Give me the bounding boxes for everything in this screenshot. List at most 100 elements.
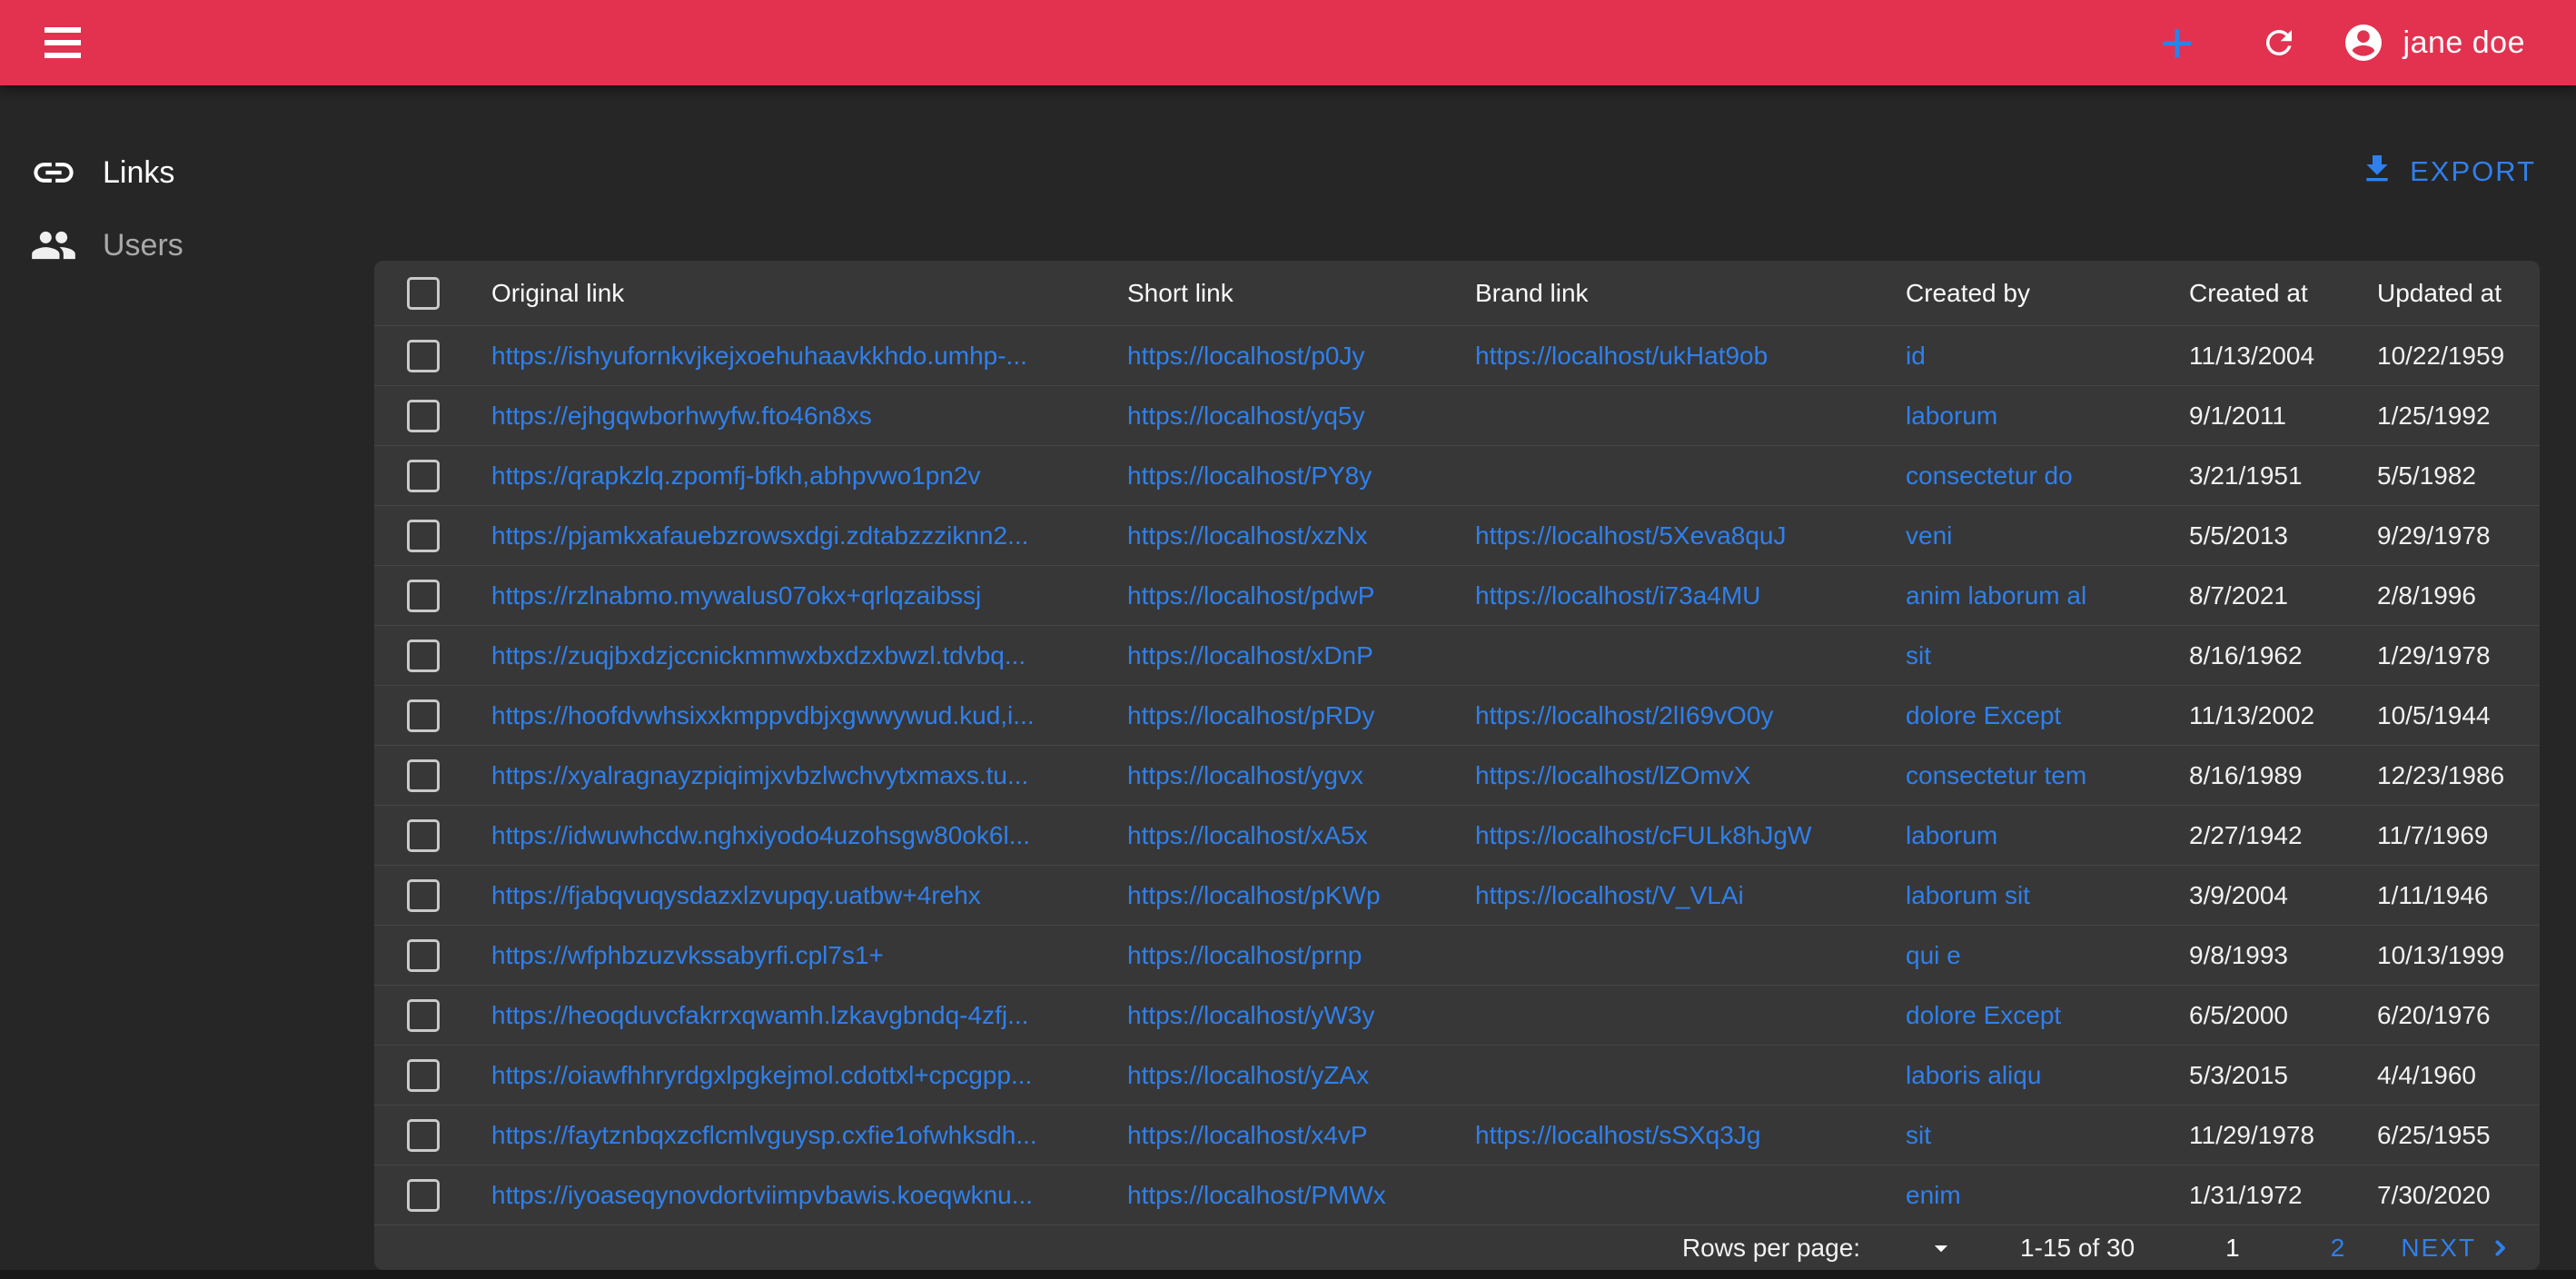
brand-link[interactable]: https://localhost/2lI69vO0y (1475, 701, 1773, 729)
column-header-short-link[interactable]: Short link (1127, 279, 1475, 308)
sidebar-item-links[interactable]: Links (0, 136, 363, 209)
row-checkbox[interactable] (407, 460, 440, 492)
rows-per-page-select[interactable] (1926, 1233, 1957, 1264)
table-row: https://ejhgqwborhwyfw.fto46n8xs https:/… (374, 386, 2540, 446)
created-by-link[interactable]: laborum (1906, 402, 1997, 430)
short-link[interactable]: https://localhost/pdwP (1127, 581, 1374, 610)
created-by-link[interactable]: id (1906, 342, 1926, 370)
export-button[interactable]: EXPORT (2355, 145, 2540, 197)
original-link[interactable]: https://pjamkxafauebzrowsxdgi.zdtabzzzik… (491, 521, 1028, 550)
next-page-button[interactable]: NEXT (2401, 1234, 2514, 1263)
sidebar-item-users[interactable]: Users (0, 209, 363, 282)
short-link[interactable]: https://localhost/pRDy (1127, 701, 1374, 729)
row-checkbox[interactable] (407, 1119, 440, 1152)
column-header-updated-at[interactable]: Updated at (2377, 279, 2540, 308)
column-header-created-at[interactable]: Created at (2189, 279, 2377, 308)
original-link[interactable]: https://xyalragnayzpiqimjxvbzlwchvytxmax… (491, 761, 1028, 789)
column-header-original-link[interactable]: Original link (491, 279, 1127, 308)
created-by-link[interactable]: enim (1906, 1181, 1961, 1209)
original-link[interactable]: https://hoofdvwhsixxkmppvdbjxgwwywud.kud… (491, 701, 1035, 729)
created-at-value: 8/16/1989 (2189, 761, 2303, 789)
row-checkbox[interactable] (407, 340, 440, 372)
row-checkbox[interactable] (407, 520, 440, 552)
created-by-link[interactable]: anim laborum al (1906, 581, 2086, 610)
created-by-link[interactable]: consectetur tem (1906, 761, 2086, 789)
created-at-value: 3/9/2004 (2189, 881, 2288, 909)
row-checkbox[interactable] (407, 1179, 440, 1212)
created-by-link[interactable]: laborum (1906, 821, 1997, 849)
original-link[interactable]: https://ejhgqwborhwyfw.fto46n8xs (491, 402, 872, 430)
brand-link[interactable]: https://localhost/i73a4MU (1475, 581, 1760, 610)
created-by-link[interactable]: sit (1906, 641, 1931, 669)
short-link[interactable]: https://localhost/PY8y (1127, 461, 1372, 490)
original-link[interactable]: https://idwuwhcdw.nghxiyodo4uzohsgw80ok6… (491, 821, 1030, 849)
row-checkbox[interactable] (407, 400, 440, 432)
column-header-created-by[interactable]: Created by (1906, 279, 2189, 308)
select-all-checkbox[interactable] (407, 277, 440, 310)
account-circle-icon[interactable] (2342, 21, 2385, 64)
row-checkbox[interactable] (407, 819, 440, 852)
created-at-value: 8/16/1962 (2189, 641, 2303, 669)
original-link[interactable]: https://qrapkzlq.zpomfj-bfkh,abhpvwo1pn2… (491, 461, 981, 490)
user-name: jane doe (2403, 25, 2525, 61)
original-link[interactable]: https://ishyufornkvjkejxoehuhaavkkhdo.um… (491, 342, 1027, 370)
row-checkbox[interactable] (407, 939, 440, 972)
short-link[interactable]: https://localhost/p0Jy (1127, 342, 1364, 370)
created-by-link[interactable]: laboris aliqu (1906, 1061, 2041, 1089)
updated-at-value: 1/11/1946 (2377, 881, 2489, 909)
created-by-link[interactable]: sit (1906, 1121, 1931, 1149)
add-icon[interactable]: + (2160, 25, 2194, 61)
short-link[interactable]: https://localhost/yq5y (1127, 402, 1364, 430)
short-link[interactable]: https://localhost/xA5x (1127, 821, 1368, 849)
created-by-link[interactable]: laborum sit (1906, 881, 2030, 909)
short-link[interactable]: https://localhost/xDnP (1127, 641, 1373, 669)
short-link[interactable]: https://localhost/pKWp (1127, 881, 1381, 909)
rows-per-page-label: Rows per page: (1682, 1234, 1860, 1263)
original-link[interactable]: https://zuqjbxdzjccnickmmwxbxdzxbwzl.tdv… (491, 641, 1025, 669)
page-button-1[interactable]: 1 (2225, 1234, 2240, 1263)
created-by-link[interactable]: qui e (1906, 941, 1961, 969)
brand-link[interactable]: https://localhost/V_VLAi (1475, 881, 1744, 909)
original-link[interactable]: https://iyoaseqynovdortviimpvbawis.koeqw… (491, 1181, 1033, 1209)
original-link[interactable]: https://heoqduvcfakrrxqwamh.lzkavgbndq-4… (491, 1001, 1028, 1029)
people-icon (30, 222, 77, 269)
original-link[interactable]: https://fjabqvuqysdazxlzvupqy.uatbw+4reh… (491, 881, 981, 909)
original-link[interactable]: https://oiawfhhryrdgxlpgkejmol.cdottxl+c… (491, 1061, 1032, 1089)
short-link[interactable]: https://localhost/yZAx (1127, 1061, 1369, 1089)
table-row: https://fjabqvuqysdazxlzvupqy.uatbw+4reh… (374, 866, 2540, 926)
original-link[interactable]: https://rzlnabmo.mywalus07okx+qrlqzaibss… (491, 581, 981, 610)
short-link[interactable]: https://localhost/ygvx (1127, 761, 1363, 789)
table-row: https://iyoaseqynovdortviimpvbawis.koeqw… (374, 1165, 2540, 1225)
created-by-link[interactable]: dolore Except (1906, 1001, 2061, 1029)
original-link[interactable]: https://faytznbqxzcflcmlvguysp.cxfie1ofw… (491, 1121, 1037, 1149)
created-by-link[interactable]: dolore Except (1906, 701, 2061, 729)
updated-at-value: 10/5/1944 (2377, 701, 2491, 729)
short-link[interactable]: https://localhost/yW3y (1127, 1001, 1374, 1029)
row-checkbox[interactable] (407, 879, 440, 912)
row-checkbox[interactable] (407, 580, 440, 612)
brand-link[interactable]: https://localhost/ukHat9ob (1475, 342, 1768, 370)
short-link[interactable]: https://localhost/prnp (1127, 941, 1362, 969)
brand-link[interactable]: https://localhost/cFULk8hJgW (1475, 821, 1811, 849)
row-checkbox[interactable] (407, 699, 440, 732)
brand-link[interactable]: https://localhost/lZOmvX (1475, 761, 1750, 789)
created-by-link[interactable]: consectetur do (1906, 461, 2073, 490)
page-button-2[interactable]: 2 (2331, 1234, 2345, 1263)
refresh-icon[interactable] (2260, 24, 2298, 62)
short-link[interactable]: https://localhost/xzNx (1127, 521, 1368, 550)
brand-link[interactable]: https://localhost/5Xeva8quJ (1475, 521, 1786, 550)
row-checkbox[interactable] (407, 759, 440, 792)
menu-icon[interactable] (45, 20, 81, 65)
row-checkbox[interactable] (407, 1059, 440, 1092)
brand-link[interactable]: https://localhost/sSXq3Jg (1475, 1121, 1760, 1149)
column-header-brand-link[interactable]: Brand link (1475, 279, 1906, 308)
table-body: https://ishyufornkvjkejxoehuhaavkkhdo.um… (374, 326, 2540, 1225)
short-link[interactable]: https://localhost/x4vP (1127, 1121, 1368, 1149)
short-link[interactable]: https://localhost/PMWx (1127, 1181, 1386, 1209)
original-link[interactable]: https://wfphbzuzvkssabyrfi.cpl7s1+ (491, 941, 884, 969)
updated-at-value: 1/29/1978 (2377, 641, 2491, 669)
created-at-value: 5/5/2013 (2189, 521, 2288, 550)
row-checkbox[interactable] (407, 999, 440, 1032)
row-checkbox[interactable] (407, 640, 440, 672)
created-by-link[interactable]: veni (1906, 521, 1952, 550)
